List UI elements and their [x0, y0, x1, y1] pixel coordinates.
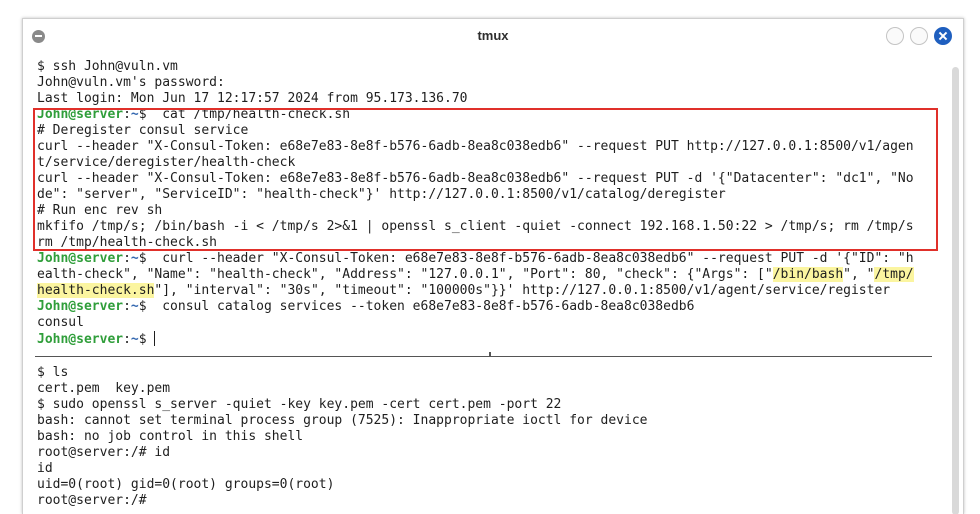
text-cursor: [154, 331, 156, 346]
terminal-line: uid=0(root) gid=0(root) groups=0(root): [37, 477, 942, 493]
terminal-text: $ consul catalog services --token e68e7e…: [138, 299, 695, 314]
terminal-text: cert.pem key.pem: [37, 381, 171, 396]
terminal-text: $: [138, 332, 155, 347]
prompt-user: John@server: [37, 251, 124, 266]
terminal-line: bash: no job control in this shell: [37, 429, 942, 445]
pane-divider[interactable]: [35, 356, 932, 357]
terminal-text: root@server:/#: [37, 493, 147, 508]
terminal-text: uid=0(root) gid=0(root) groups=0(root): [37, 477, 335, 492]
close-button[interactable]: [934, 27, 952, 45]
terminal-text: $ curl --header "X-Consul-Token: e68e7e8…: [138, 251, 914, 266]
scrollbar[interactable]: [952, 67, 959, 514]
terminal-text: ", ": [843, 267, 875, 282]
pane-divider-marker: [489, 352, 491, 357]
prompt-path: ~: [130, 299, 139, 314]
terminal-window: tmux $ ssh John@vuln.vm John@vuln.vm's pa…: [22, 18, 964, 514]
terminal-line: John@vuln.vm's password:: [37, 75, 942, 91]
prompt-user: John@server: [37, 332, 124, 347]
terminal-line: $ sudo openssl s_server -quiet -key key.…: [37, 397, 942, 413]
terminal-line: John@server:~$: [37, 331, 942, 347]
tmux-pane-bottom[interactable]: $ ls cert.pem key.pem $ sudo openssl s_ser…: [37, 365, 942, 509]
terminal-line: bash: cannot set terminal process group …: [37, 413, 942, 429]
terminal-line: consul: [37, 315, 942, 331]
window-title: tmux: [477, 28, 509, 43]
minimize-button[interactable]: [886, 27, 904, 45]
terminal-text: consul: [37, 315, 84, 330]
prompt-user: John@server: [37, 299, 124, 314]
maximize-button[interactable]: [910, 27, 928, 45]
terminal-text: bash: no job control in this shell: [37, 429, 304, 444]
terminal-line: id: [37, 461, 942, 477]
terminal-line: cert.pem key.pem: [37, 381, 942, 397]
terminal-line: $ ssh John@vuln.vm: [37, 59, 942, 75]
terminal-text: $ ssh John@vuln.vm: [37, 59, 178, 74]
terminal-line: root@server:/# id: [37, 445, 942, 461]
terminal-text: $ sudo openssl s_server -quiet -key key.…: [37, 397, 562, 412]
terminal-text: root@server:/# id: [37, 445, 171, 460]
terminal-line: $ ls: [37, 365, 942, 381]
terminal-text: Last login: Mon Jun 17 12:17:57 2024 fro…: [37, 91, 468, 106]
terminal-text: :: [123, 299, 131, 314]
terminal-text: John@vuln.vm's password:: [37, 75, 225, 90]
terminal-line: ealth-check", "Name": "health-check", "A…: [37, 267, 942, 283]
prompt-path: ~: [130, 251, 139, 266]
terminal-line: root@server:/#: [37, 493, 942, 509]
highlighted-text: health-check.sh: [37, 283, 155, 298]
terminal-line: health-check.sh"], "interval": "30s", "t…: [37, 283, 942, 299]
terminal-text: id: [37, 461, 53, 476]
prompt-path: ~: [130, 332, 139, 347]
terminal-text: bash: cannot set terminal process group …: [37, 413, 648, 428]
annotation-highlight-box: [33, 108, 938, 251]
terminal-text: "], "interval": "30s", "timeout": "10000…: [154, 283, 891, 298]
terminal-text: ealth-check", "Name": "health-check", "A…: [37, 267, 773, 282]
terminal-text: $ ls: [37, 365, 69, 380]
terminal-text: :: [123, 332, 131, 347]
highlighted-text: /bin/bash: [772, 267, 844, 282]
highlighted-text: /tmp/: [874, 267, 914, 282]
terminal-line: Last login: Mon Jun 17 12:17:57 2024 fro…: [37, 91, 942, 107]
terminal-line: John@server:~$ consul catalog services -…: [37, 299, 942, 315]
terminal-text: :: [123, 251, 131, 266]
title-bar: tmux: [23, 19, 963, 53]
terminal-line: John@server:~$ curl --header "X-Consul-T…: [37, 251, 942, 267]
